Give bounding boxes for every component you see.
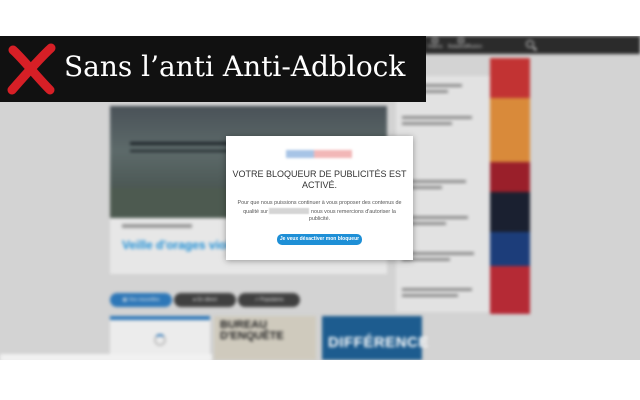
loading-spinner-icon — [154, 334, 166, 346]
tile-title: DIFFÉRENCE — [328, 334, 429, 351]
modal-title: VOTRE BLOQUEUR DE PUBLICITÉS EST ACTIVÉ. — [232, 169, 407, 190]
adblock-modal: VOTRE BLOQUEUR DE PUBLICITÉS EST ACTIVÉ.… — [226, 136, 413, 260]
tile-difference[interactable]: DIFFÉRENCE — [322, 316, 428, 360]
redacted-site-name — [269, 207, 310, 214]
screenshot-stage: Vidéos Baladodiffusion Veille d'orages v… — [0, 0, 640, 400]
ad-block — [490, 162, 530, 192]
sidebar-line — [402, 294, 458, 297]
ad-block — [490, 232, 530, 266]
sidebar-line — [402, 122, 452, 125]
ad-column[interactable] — [490, 58, 530, 314]
tile-title: BUREAU D'ENQUÊTE — [220, 319, 284, 342]
disable-blocker-button[interactable]: Je veux désactiver mon bloqueur — [277, 234, 362, 245]
nav-item-videos[interactable]: Vidéos — [424, 38, 446, 50]
nav-item-label: Vidéos — [427, 44, 443, 50]
nav-item-label: Baladodiffusion — [448, 44, 483, 50]
modal-body: Pour que nous puissions continuer à vous… — [236, 200, 403, 224]
sidebar-line — [402, 116, 472, 119]
search-icon[interactable] — [526, 40, 534, 48]
ad-block — [490, 98, 530, 162]
logo-part — [286, 150, 314, 158]
logo-part — [314, 150, 352, 158]
site-logo-blurred — [286, 150, 352, 158]
modal-body-end: nous vous remercions d'autoriser la publ… — [308, 208, 396, 223]
red-x-icon — [7, 43, 56, 95]
ad-block — [490, 192, 530, 232]
video-icon — [432, 38, 438, 43]
podcast-icon — [458, 38, 464, 43]
nav-item-podcasts[interactable]: Baladodiffusion — [448, 38, 482, 50]
caption-banner: Sans l’anti Anti-Adblock — [0, 36, 426, 102]
pill-label: Vos nouvelles — [128, 297, 160, 303]
pill-en-direct[interactable]: ● En direct — [174, 293, 236, 307]
ad-block — [490, 266, 530, 314]
tile-bureau-enquete[interactable]: BUREAU D'ENQUÊTE — [214, 316, 316, 360]
pill-vos-nouvelles[interactable]: ▦ Vos nouvelles — [110, 293, 172, 307]
pill-populaires[interactable]: ↗ Populaires — [238, 293, 300, 307]
sidebar-line — [402, 288, 472, 291]
banner-text: Sans l’anti Anti-Adblock — [64, 50, 406, 83]
browser-status-bar — [0, 354, 212, 360]
pill-label: Populaires — [259, 297, 284, 303]
hero-kicker — [122, 224, 192, 228]
pill-label: En direct — [197, 297, 218, 303]
